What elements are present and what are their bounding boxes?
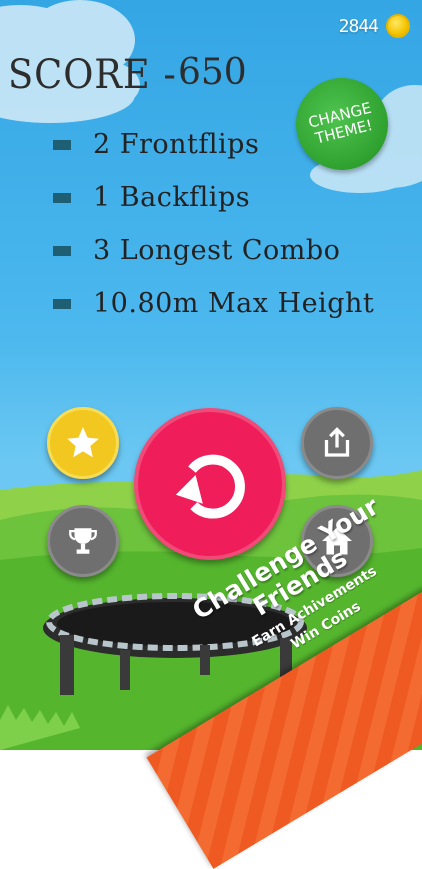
bullet-marker xyxy=(53,298,71,309)
bullet-marker xyxy=(53,139,71,150)
star-icon xyxy=(67,427,99,458)
stat-text: 3 Longest Combo xyxy=(93,235,341,266)
replay-icon xyxy=(175,454,245,519)
stat-text: 2 Frontflips xyxy=(93,129,260,160)
stat-text: 1 Backflips xyxy=(93,182,251,213)
stat-max-height: 10.80m Max Height xyxy=(52,277,374,330)
stat-frontflips: 2 Frontflips xyxy=(52,118,374,171)
trophy-icon xyxy=(69,528,97,554)
stat-backflips: 1 Backflips xyxy=(52,171,374,224)
rate-button[interactable] xyxy=(47,407,119,479)
score-label: SCORE - xyxy=(8,52,177,98)
coin-count: 2844 xyxy=(338,15,379,37)
coin-counter: 2844 xyxy=(339,14,410,38)
run-stats-list: 2 Frontflips 1 Backflips 3 Longest Combo… xyxy=(52,118,374,330)
score-value: 650 xyxy=(178,52,247,93)
stat-longest-combo: 3 Longest Combo xyxy=(52,224,374,277)
coin-icon xyxy=(386,14,410,38)
replay-button[interactable] xyxy=(134,408,286,560)
share-button[interactable] xyxy=(301,407,373,479)
bullet-marker xyxy=(53,192,71,203)
leaderboard-button[interactable] xyxy=(47,505,119,577)
share-icon xyxy=(324,427,350,457)
bullet-marker xyxy=(53,245,71,256)
stat-text: 10.80m Max Height xyxy=(93,288,375,319)
